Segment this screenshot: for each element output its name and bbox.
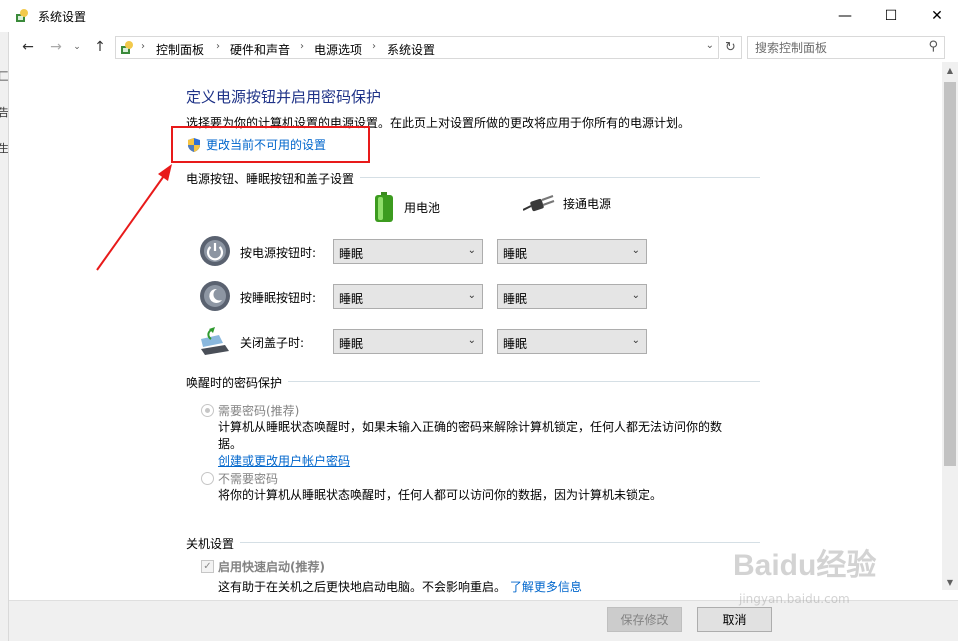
battery-icon xyxy=(375,192,393,222)
back-button[interactable]: ← xyxy=(19,38,37,56)
highlight-annotation xyxy=(171,126,370,163)
power-button-battery-select[interactable]: 睡眠 ⌄ xyxy=(333,239,483,264)
wake-password-section-title: 唤醒时的密码保护 xyxy=(186,374,289,391)
no-password-radio[interactable] xyxy=(201,472,214,485)
breadcrumb-separator: › xyxy=(300,41,304,52)
vertical-scrollbar[interactable]: ▲ ▼ xyxy=(942,62,958,590)
section-divider xyxy=(186,542,760,543)
sleep-button-icon xyxy=(200,281,230,311)
main-content: 定义电源按钮并启用密码保护 选择要为你的计算机设置的电源设置。在此页上对设置所做… xyxy=(9,62,942,600)
select-value: 睡眠 xyxy=(339,292,364,306)
watermark-logo-text: Baidu经验 xyxy=(733,549,877,582)
background-window-edge: 匚 告 生 xyxy=(0,32,9,641)
battery-column-header: 用电池 xyxy=(374,192,440,222)
up-button[interactable]: ↑ xyxy=(91,38,109,56)
recent-locations-button[interactable]: ⌄ xyxy=(71,38,83,56)
require-password-label[interactable]: 需要密码(推荐) xyxy=(218,402,299,419)
address-dropdown-icon[interactable]: ⌄ xyxy=(706,40,714,51)
close-button[interactable]: ✕ xyxy=(914,0,958,32)
select-value: 睡眠 xyxy=(503,247,528,261)
laptop-lid-icon xyxy=(201,327,229,355)
sleep-button-label: 按睡眠按钮时: xyxy=(240,291,317,305)
power-button-label: 按电源按钮时: xyxy=(240,246,317,260)
no-password-label[interactable]: 不需要密码 xyxy=(218,470,278,487)
select-value: 睡眠 xyxy=(339,337,364,351)
search-icon[interactable]: ⚲ xyxy=(928,39,938,54)
fast-startup-label[interactable]: 启用快速启动(推荐) xyxy=(218,558,325,575)
select-value: 睡眠 xyxy=(503,337,528,351)
power-button-icon xyxy=(200,236,230,266)
plugged-in-column-header: 接通电源 xyxy=(523,192,611,214)
minimize-button[interactable]: — xyxy=(822,0,868,32)
search-input[interactable] xyxy=(748,37,918,58)
create-change-password-link[interactable]: 创建或更改用户帐户密码 xyxy=(218,454,350,468)
forward-button[interactable]: → xyxy=(47,38,65,56)
sleep-button-plugged-select[interactable]: 睡眠 ⌄ xyxy=(497,284,647,309)
chevron-down-icon: ⌄ xyxy=(467,245,476,256)
background-text-fragment: 匚 xyxy=(0,68,8,84)
title-bar: 系统设置 — ☐ ✕ xyxy=(0,0,958,32)
breadcrumb-power-options[interactable]: 电源选项 xyxy=(314,41,362,58)
require-password-description: 计算机从睡眠状态唤醒时，如果未输入正确的密码来解除计算机锁定，任何人都无法访问你… xyxy=(218,419,738,470)
address-bar[interactable]: › 控制面板 › 硬件和声音 › 电源选项 › 系统设置 ⌄ xyxy=(115,36,719,59)
fast-startup-checkbox[interactable]: ✓ xyxy=(201,560,214,573)
background-text-fragment: 生 xyxy=(0,140,8,156)
chevron-down-icon: ⌄ xyxy=(631,335,640,346)
breadcrumb-separator: › xyxy=(216,41,220,52)
fast-startup-option[interactable]: ✓ 启用快速启动(推荐) xyxy=(201,558,325,575)
power-button-plugged-select[interactable]: 睡眠 ⌄ xyxy=(497,239,647,264)
control-panel-icon xyxy=(16,9,28,22)
chevron-down-icon: ⌄ xyxy=(631,245,640,256)
breadcrumb-hardware-sound[interactable]: 硬件和声音 xyxy=(230,41,290,58)
sleep-button-row: 按睡眠按钮时: 睡眠 ⌄ 睡眠 ⌄ xyxy=(199,280,669,312)
background-text-fragment: 告 xyxy=(0,104,8,120)
no-password-description: 将你的计算机从睡眠状态唤醒时，任何人都可以访问你的数据，因为计算机未锁定。 xyxy=(218,488,663,502)
close-lid-label: 关闭盖子时: xyxy=(240,336,305,350)
scroll-up-arrow-icon[interactable]: ▲ xyxy=(942,62,958,78)
refresh-button[interactable]: ↻ xyxy=(720,36,742,59)
maximize-button[interactable]: ☐ xyxy=(868,0,914,32)
no-password-option[interactable]: 不需要密码 xyxy=(201,470,278,487)
watermark-url: jingyan.baidu.com xyxy=(739,592,850,606)
shutdown-section-title: 关机设置 xyxy=(186,535,241,552)
require-password-option[interactable]: 需要密码(推荐) xyxy=(201,402,299,419)
fast-startup-desc-text: 这有助于在关机之后更快地启动电脑。不会影响重启。 xyxy=(218,580,507,594)
save-changes-button[interactable]: 保存修改 xyxy=(607,607,682,632)
breadcrumb-system-settings[interactable]: 系统设置 xyxy=(387,41,435,58)
plugged-in-column-label: 接通电源 xyxy=(563,196,612,211)
chevron-down-icon: ⌄ xyxy=(467,335,476,346)
scroll-thumb[interactable] xyxy=(944,82,956,466)
chevron-down-icon: ⌄ xyxy=(631,290,640,301)
sleep-button-battery-select[interactable]: 睡眠 ⌄ xyxy=(333,284,483,309)
baidu-watermark: Baidu经验 jingyan.baidu.com xyxy=(733,540,943,620)
battery-column-label: 用电池 xyxy=(404,200,441,215)
power-plug-icon xyxy=(523,195,555,212)
require-password-desc-text: 计算机从睡眠状态唤醒时，如果未输入正确的密码来解除计算机锁定，任何人都无法访问你… xyxy=(218,420,723,451)
scroll-down-arrow-icon[interactable]: ▼ xyxy=(942,574,958,590)
fast-startup-description: 这有助于在关机之后更快地启动电脑。不会影响重启。 了解更多信息 xyxy=(218,578,582,595)
page-title: 定义电源按钮并启用密码保护 xyxy=(186,88,382,106)
power-button-row: 按电源按钮时: 睡眠 ⌄ 睡眠 ⌄ xyxy=(199,235,669,267)
close-lid-row: 关闭盖子时: 睡眠 ⌄ 睡眠 ⌄ xyxy=(199,325,669,357)
chevron-down-icon: ⌄ xyxy=(467,290,476,301)
require-password-radio[interactable] xyxy=(201,404,214,417)
window-title: 系统设置 xyxy=(38,10,87,24)
close-lid-plugged-select[interactable]: 睡眠 ⌄ xyxy=(497,329,647,354)
control-panel-icon xyxy=(121,41,133,54)
breadcrumb-separator: › xyxy=(141,41,145,52)
breadcrumb-separator: › xyxy=(372,41,376,52)
select-value: 睡眠 xyxy=(339,247,364,261)
navigation-bar: ← → ⌄ ↑ › 控制面板 › 硬件和声音 › 电源选项 › 系统设置 ⌄ ↻… xyxy=(9,32,958,62)
breadcrumb-control-panel[interactable]: 控制面板 xyxy=(156,41,204,58)
search-box[interactable]: ⚲ xyxy=(747,36,945,59)
close-lid-battery-select[interactable]: 睡眠 ⌄ xyxy=(333,329,483,354)
select-value: 睡眠 xyxy=(503,292,528,306)
learn-more-link[interactable]: 了解更多信息 xyxy=(510,580,582,594)
power-section-title: 电源按钮、睡眠按钮和盖子设置 xyxy=(186,170,361,187)
